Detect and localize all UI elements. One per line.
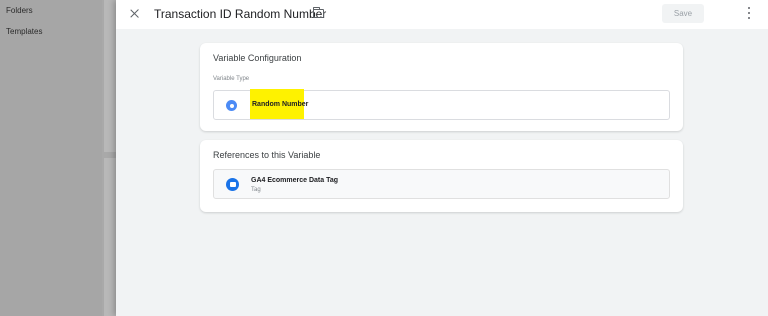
variable-editor-panel: Transaction ID Random Number Save Variab…	[116, 0, 768, 316]
sidebar-item-folders[interactable]: Folders	[6, 6, 33, 15]
panel-header: Transaction ID Random Number Save	[116, 0, 768, 29]
reference-type: Tag	[251, 187, 261, 193]
more-options-icon[interactable]	[746, 7, 752, 21]
close-icon[interactable]	[128, 7, 142, 21]
gear-icon	[226, 100, 237, 111]
references-card: References to this Variable GA4 Ecommerc…	[200, 140, 683, 212]
folder-icon[interactable]	[312, 7, 324, 18]
background-sidebar: Folders Templates	[0, 0, 102, 316]
variable-type-selector[interactable]: Random Number	[213, 89, 670, 120]
reference-item[interactable]: GA4 Ecommerce Data Tag Tag	[213, 169, 670, 199]
sidebar-item-templates[interactable]: Templates	[6, 27, 42, 36]
variable-type-label: Variable Type	[213, 76, 250, 82]
tag-icon	[226, 178, 239, 191]
variable-name-title[interactable]: Transaction ID Random Number	[154, 7, 326, 21]
variable-configuration-card: Variable Configuration Variable Type Ran…	[200, 43, 683, 131]
variable-type-name: Random Number	[252, 101, 309, 108]
reference-name: GA4 Ecommerce Data Tag	[251, 177, 339, 184]
card-title: Variable Configuration	[213, 53, 302, 63]
save-button[interactable]: Save	[662, 4, 704, 23]
card-title: References to this Variable	[213, 150, 321, 160]
